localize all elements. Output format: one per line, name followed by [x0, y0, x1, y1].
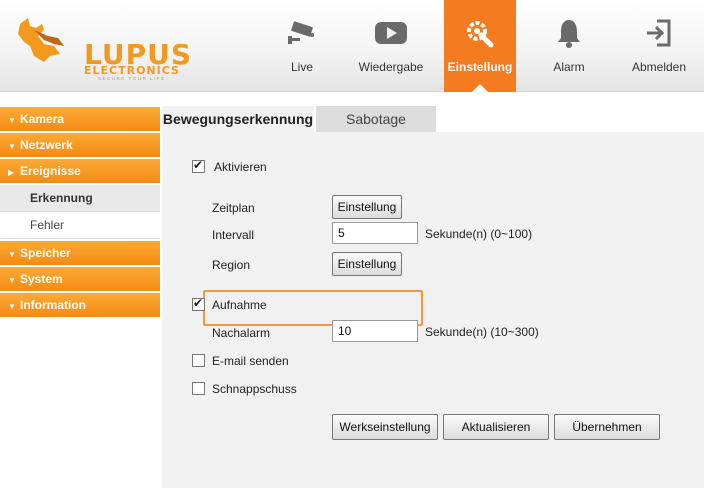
aufnahme-label: Aufnahme	[212, 298, 267, 312]
sidebar-item-fehler[interactable]: Fehler	[0, 212, 160, 239]
nav-live-label: Live	[290, 60, 313, 74]
sidebar-item-label: Erkennung	[30, 191, 93, 205]
aufnahme-checkbox[interactable]	[192, 296, 205, 311]
sidebar-item-label: Kamera	[20, 112, 65, 126]
camera-icon	[288, 21, 314, 44]
region-label: Region	[212, 258, 251, 272]
brand-tagline: SECURE YOUR LIFE	[98, 76, 166, 81]
sidebar-item-label: Speicher	[20, 246, 71, 260]
nav-abmelden[interactable]: Abmelden	[620, 0, 698, 92]
sidebar-item-label: Fehler	[30, 218, 65, 232]
header: LUPUS ELECTRONICS SECURE YOUR LIFE Live …	[0, 0, 704, 93]
sidebar-item-information[interactable]: ▼ Information	[0, 293, 160, 318]
tab-sabotage[interactable]: Sabotage	[316, 106, 436, 132]
caret-down-icon: ▼	[8, 142, 16, 151]
nav-alarm-label: Alarm	[553, 60, 585, 74]
email-checkbox[interactable]	[192, 354, 205, 367]
sidebar-item-kamera[interactable]: ▼ Kamera	[0, 107, 160, 132]
sidebar-item-speicher[interactable]: ▼ Speicher	[0, 241, 160, 266]
sidebar-item-label: Ereignisse	[20, 164, 81, 178]
sidebar: ▼ Kamera ▼ Netzwerk ▶ Ereignisse Erkennung …	[0, 92, 160, 488]
caret-down-icon: ▼	[8, 302, 16, 311]
sidebar-item-label: Netzwerk	[20, 138, 73, 152]
snapshot-label: Schnappschuss	[212, 382, 297, 396]
nachalarm-label: Nachalarm	[212, 326, 271, 340]
play-icon	[375, 22, 407, 44]
intervall-input[interactable]	[332, 222, 418, 244]
region-settings-button[interactable]: Einstellung	[332, 252, 402, 276]
nav-live[interactable]: Live	[262, 0, 342, 92]
caret-down-icon: ▼	[8, 276, 16, 285]
sidebar-item-system[interactable]: ▼ System	[0, 267, 160, 292]
nachalarm-unit: Sekunde(n) (10~300)	[425, 325, 539, 339]
nav-einstellung[interactable]: Einstellung	[444, 0, 516, 93]
aktivieren-label: Aktivieren	[214, 160, 267, 174]
sidebar-item-erkennung[interactable]: Erkennung	[0, 185, 160, 212]
caret-down-icon: ▼	[8, 250, 16, 259]
refresh-button[interactable]: Aktualisieren	[443, 414, 549, 440]
sidebar-item-label: System	[20, 272, 63, 286]
sidebar-item-label: Information	[20, 298, 86, 312]
caret-down-icon: ▼	[8, 116, 16, 125]
zeitplan-settings-button[interactable]: Einstellung	[332, 195, 402, 219]
sidebar-item-netzwerk[interactable]: ▼ Netzwerk	[0, 133, 160, 158]
nav-abmelden-label: Abmelden	[631, 60, 687, 74]
nav-wiedergabe[interactable]: Wiedergabe	[350, 0, 432, 92]
bell-icon	[558, 20, 580, 48]
caret-right-icon: ▶	[8, 168, 15, 177]
dog-logo-icon	[18, 18, 64, 62]
sidebar-item-ereignisse[interactable]: ▶ Ereignisse	[0, 159, 160, 184]
settings-icon	[467, 21, 494, 48]
snapshot-checkbox[interactable]	[192, 382, 205, 395]
nachalarm-input[interactable]	[332, 320, 418, 342]
apply-button[interactable]: Übernehmen	[554, 414, 660, 440]
settings-panel: Aktivieren Zeitplan Einstellung Interval…	[162, 132, 704, 488]
intervall-unit: Sekunde(n) (0~100)	[425, 227, 533, 241]
nav-wiedergabe-label: Wiedergabe	[358, 60, 424, 74]
factory-default-button[interactable]: Werkseinstellung	[332, 414, 438, 440]
content-area: Bewegungserkennung Sabotage Aktivieren Z…	[160, 92, 704, 488]
brand-logo: LUPUS ELECTRONICS SECURE YOUR LIFE	[14, 16, 191, 81]
tab-bewegungserkennung[interactable]: Bewegungserkennung	[162, 106, 314, 132]
nav-einstellung-label: Einstellung	[447, 60, 513, 74]
zeitplan-label: Zeitplan	[212, 201, 255, 215]
email-label: E-mail senden	[212, 354, 289, 368]
logout-icon	[647, 19, 671, 47]
aktivieren-checkbox[interactable]	[192, 158, 205, 173]
nav-alarm[interactable]: Alarm	[532, 0, 606, 92]
intervall-label: Intervall	[212, 228, 255, 242]
